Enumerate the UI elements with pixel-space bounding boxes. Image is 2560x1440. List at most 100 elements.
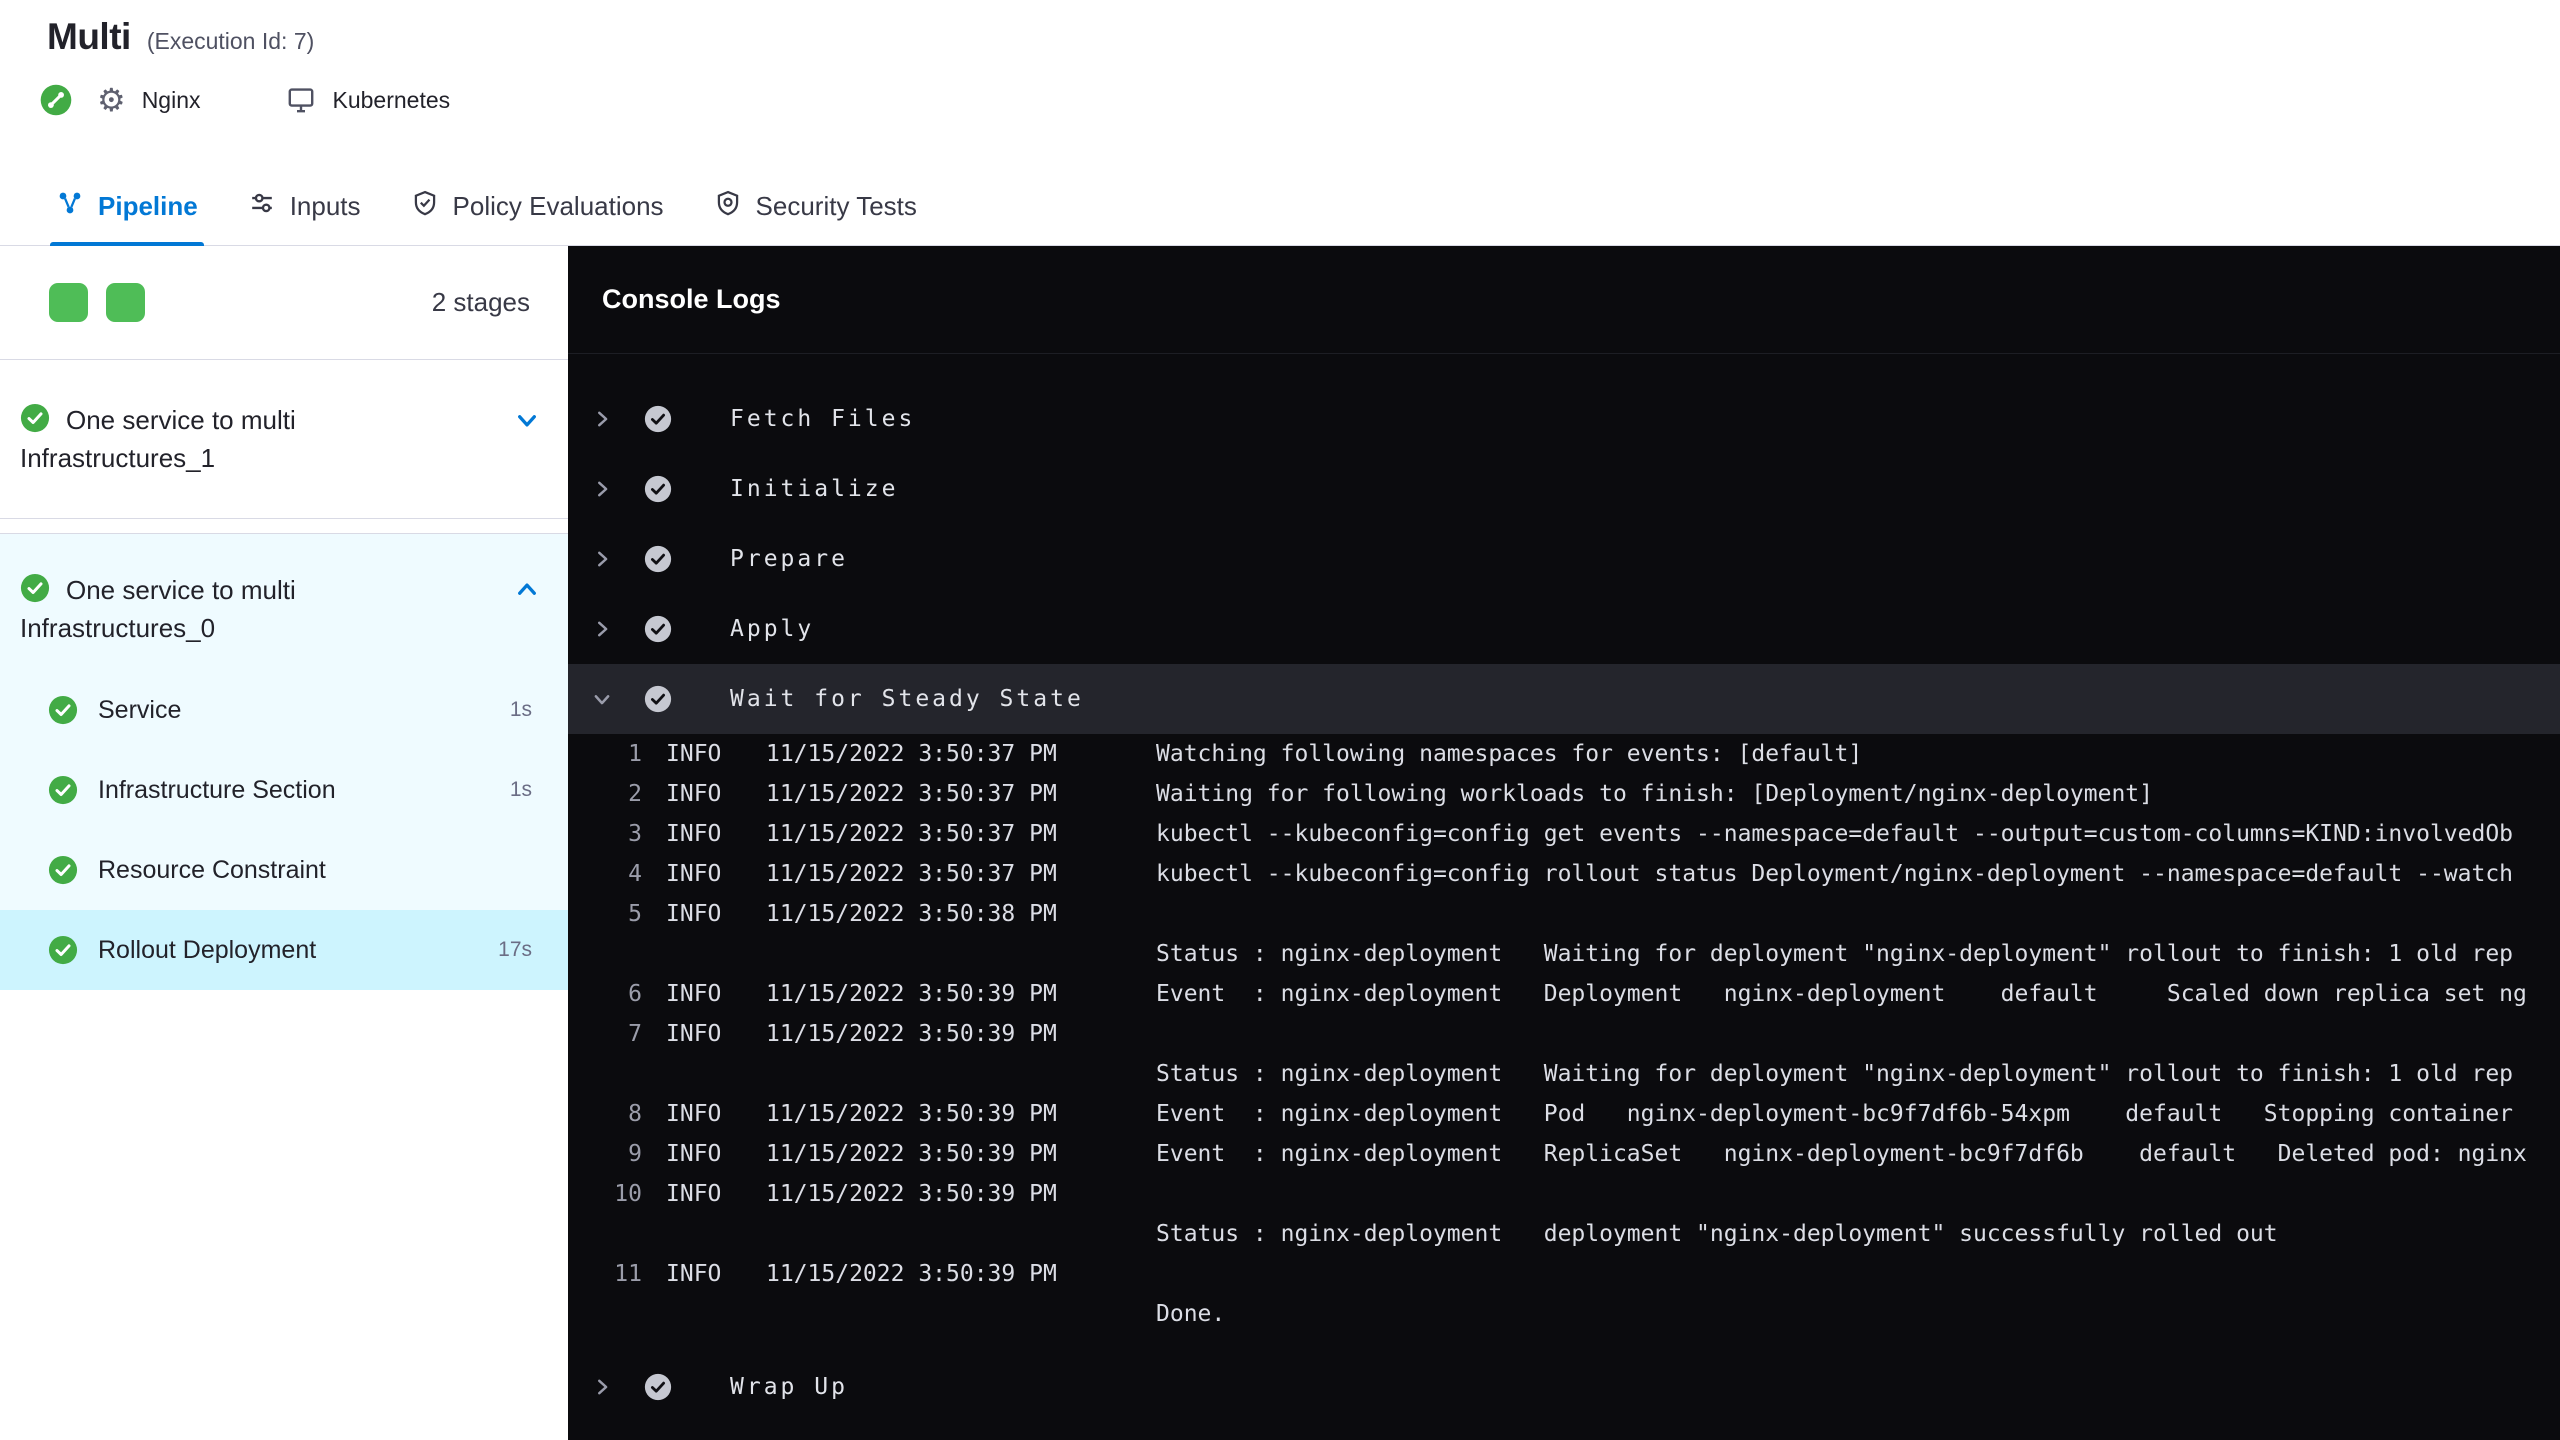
log-line: 1 INFO 11/15/2022 3:50:37 PM Watching follo… <box>568 734 2560 774</box>
title-row: Multi (Execution Id: 7) <box>39 16 2560 58</box>
stage-card-infrastructures-1[interactable]: One service to multi Infrastructures_1 <box>0 360 568 519</box>
log-line-number: 1 <box>628 741 642 767</box>
log-line: Status : nginx-deployment Waiting for de… <box>568 1054 2560 1094</box>
success-check-icon <box>20 403 50 438</box>
console-step-wrap-up[interactable]: Wrap Up <box>568 1352 2560 1422</box>
step-duration: 17s <box>498 938 532 961</box>
log-timestamp: 11/15/2022 3:50:39 PM <box>766 1141 1057 1167</box>
tab-label: Security Tests <box>755 191 917 221</box>
log-line: 8 INFO 11/15/2022 3:50:39 PM Event : nginx-… <box>568 1094 2560 1134</box>
log-level: INFO <box>666 741 722 767</box>
log-line-number: 10 <box>614 1181 642 1207</box>
log-line-number: 7 <box>628 1021 642 1047</box>
console-step-wait-for-steady-state[interactable]: Wait for Steady State <box>568 664 2560 734</box>
log-line-number <box>582 1294 642 1334</box>
step-label: Resource Constraint <box>98 855 326 884</box>
log-message: kubectl --kubeconfig=config get events -… <box>1156 821 2514 847</box>
success-check-icon <box>48 695 78 725</box>
log-level: INFO <box>666 1101 722 1127</box>
stage-title-line2: Infrastructures_0 <box>20 613 216 643</box>
tab-label: Inputs <box>289 191 361 221</box>
log-timestamp <box>766 1054 1096 1094</box>
console-step-label: Wait for Steady State <box>730 686 1084 712</box>
chevron-right-icon[interactable] <box>588 478 616 500</box>
log-level: INFO <box>666 1181 722 1207</box>
stage-title-line2: Infrastructures_1 <box>20 443 216 473</box>
log-level: INFO <box>666 821 722 847</box>
chevron-down-icon[interactable] <box>514 407 540 433</box>
log-line: 2 INFO 11/15/2022 3:50:37 PM Waiting for fo… <box>568 774 2560 814</box>
log-message: Watching following namespaces for events… <box>1156 741 1863 767</box>
log-line: 7 INFO 11/15/2022 3:50:39 PM <box>568 1014 2560 1054</box>
log-line-number <box>582 934 642 974</box>
sidebar-step-rollout-deployment[interactable]: Rollout Deployment 17s <box>0 910 568 990</box>
tab-security-tests[interactable]: Security Tests <box>714 168 917 245</box>
chevron-right-icon[interactable] <box>588 1376 616 1398</box>
success-check-icon <box>644 1373 672 1401</box>
sidebar-step-infrastructure-section[interactable]: Infrastructure Section 1s <box>0 750 568 830</box>
log-line-number: 3 <box>628 821 642 847</box>
log-line: Status : nginx-deployment deployment "ng… <box>568 1214 2560 1254</box>
console-step-label: Apply <box>730 616 815 642</box>
log-line: 9 INFO 11/15/2022 3:50:39 PM Event : nginx-… <box>568 1134 2560 1174</box>
stages-sidebar: 2 stages One service to multi Infrastruc… <box>0 246 568 1440</box>
step-label: Rollout Deployment <box>98 935 317 964</box>
step-label: Service <box>98 695 182 724</box>
tab-label: Policy Evaluations <box>452 191 664 221</box>
console-step-apply[interactable]: Apply <box>568 594 2560 664</box>
success-check-icon <box>644 405 672 433</box>
stage-title-line1: One service to multi <box>66 405 296 435</box>
environment-name[interactable]: Kubernetes <box>333 87 451 114</box>
log-level <box>666 934 736 974</box>
console-step-prepare[interactable]: Prepare <box>568 524 2560 594</box>
stage-card-infrastructures-0: One service to multi Infrastructures_0 S… <box>0 533 568 990</box>
log-timestamp: 11/15/2022 3:50:37 PM <box>766 781 1057 807</box>
stage-steps: Service 1s Infrastructure Section 1s Resourc… <box>0 670 568 990</box>
log-line-number: 9 <box>628 1141 642 1167</box>
log-message: Event : nginx-deployment ReplicaSet ngin… <box>1156 1141 2527 1167</box>
chevron-down-icon[interactable] <box>588 688 616 710</box>
tab-inputs[interactable]: Inputs <box>248 168 361 245</box>
chevron-right-icon[interactable] <box>588 408 616 430</box>
success-check-icon <box>48 775 78 805</box>
step-duration: 1s <box>509 778 532 801</box>
service-icon <box>39 83 73 117</box>
log-line-number: 11 <box>614 1261 642 1287</box>
log-level: INFO <box>666 861 722 887</box>
stage-title-line1: One service to multi <box>66 575 296 605</box>
log-line-number <box>582 1214 642 1254</box>
log-line-number: 4 <box>628 861 642 887</box>
console-logs-title: Console Logs <box>568 246 2560 354</box>
chevron-right-icon[interactable] <box>588 618 616 640</box>
sidebar-step-resource-constraint[interactable]: Resource Constraint <box>0 830 568 910</box>
console-step-fetch-files[interactable]: Fetch Files <box>568 384 2560 454</box>
log-level <box>666 1294 736 1334</box>
log-level: INFO <box>666 1141 722 1167</box>
log-line: 11 INFO 11/15/2022 3:50:39 PM <box>568 1254 2560 1294</box>
stage-header[interactable]: One service to multi Infrastructures_0 <box>0 534 568 670</box>
log-line-number: 6 <box>628 981 642 1007</box>
stage-status-square <box>49 283 88 322</box>
shield-gear-icon <box>714 189 742 224</box>
log-message: kubectl --kubeconfig=config rollout stat… <box>1156 861 2514 887</box>
chevron-right-icon[interactable] <box>588 548 616 570</box>
tab-policy-evaluations[interactable]: Policy Evaluations <box>411 168 664 245</box>
service-name[interactable]: Nginx <box>142 87 201 114</box>
shield-check-icon <box>411 189 439 224</box>
success-check-icon <box>48 855 78 885</box>
console-step-initialize[interactable]: Initialize <box>568 454 2560 524</box>
tab-pipeline[interactable]: Pipeline <box>50 168 204 246</box>
chevron-up-icon[interactable] <box>514 577 540 603</box>
log-timestamp: 11/15/2022 3:50:39 PM <box>766 1181 1057 1207</box>
log-timestamp: 11/15/2022 3:50:39 PM <box>766 1261 1057 1287</box>
success-check-icon <box>644 615 672 643</box>
execution-tabs: Pipeline Inputs Policy Evaluations Secur… <box>0 168 2560 246</box>
log-level <box>666 1214 736 1254</box>
log-line: Done. <box>568 1294 2560 1334</box>
sidebar-step-service[interactable]: Service 1s <box>0 670 568 750</box>
log-timestamp <box>766 1294 1096 1334</box>
log-line: 10 INFO 11/15/2022 3:50:39 PM <box>568 1174 2560 1214</box>
log-timestamp: 11/15/2022 3:50:37 PM <box>766 821 1057 847</box>
log-line: Status : nginx-deployment Waiting for de… <box>568 934 2560 974</box>
step-label: Infrastructure Section <box>98 775 336 804</box>
